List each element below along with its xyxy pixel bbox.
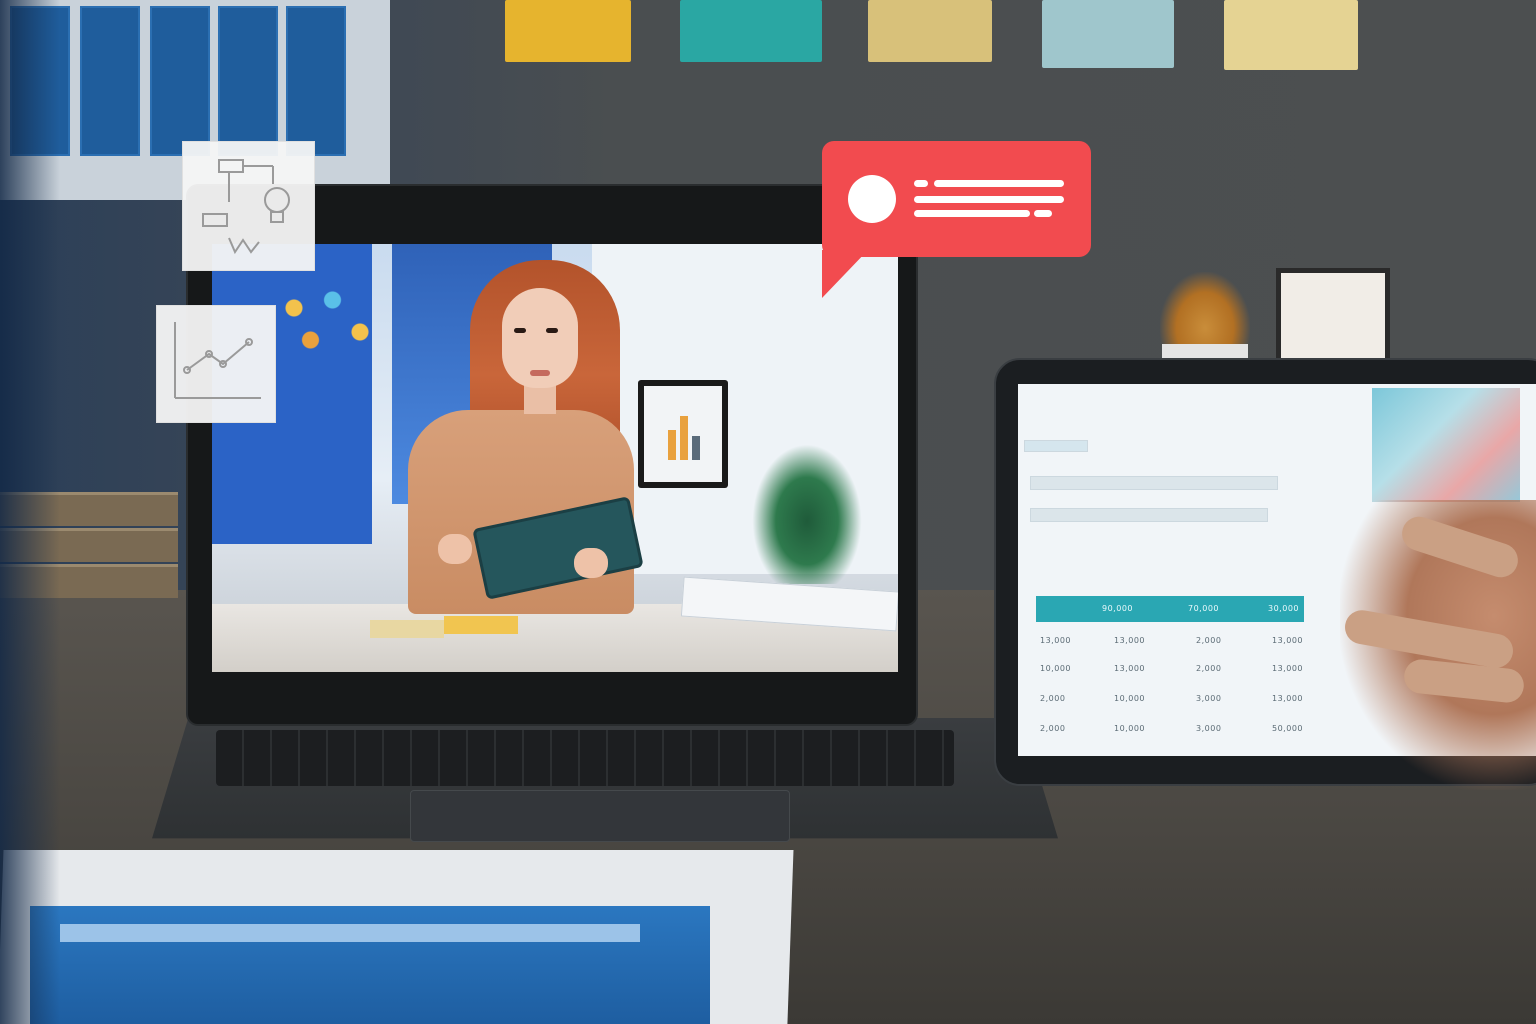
notification-line (914, 196, 1064, 203)
tablet-progress-bar (1024, 440, 1088, 452)
tablet-table-header (1036, 596, 1304, 622)
video-call-screen (212, 244, 898, 672)
wall-sticky-note (680, 0, 822, 62)
wall-sticky-note (1042, 0, 1174, 68)
wall-picture-frame (1276, 268, 1390, 364)
notification-line (914, 180, 928, 187)
office-sticky-board (272, 284, 382, 364)
wall-sticky-note (868, 0, 992, 62)
office-note (370, 620, 444, 638)
table-cell: 2,000 (1196, 664, 1222, 673)
table-cell: 13,000 (1040, 636, 1071, 645)
table-cell: 50,000 (1272, 724, 1303, 733)
table-cell: 10,000 (1114, 694, 1145, 703)
table-header-cell: 30,000 (1268, 604, 1299, 613)
monitor-bar (692, 436, 700, 460)
table-header-cell: 90,000 (1102, 604, 1133, 613)
wall-blue-panel (80, 6, 140, 156)
table-cell: 13,000 (1272, 664, 1303, 673)
line-chart-card (156, 305, 276, 423)
participant-eye (514, 328, 526, 333)
tablet-input-field[interactable] (1030, 476, 1278, 490)
participant-hand (574, 548, 608, 578)
table-cell: 2,000 (1040, 694, 1066, 703)
table-cell: 13,000 (1272, 636, 1303, 645)
line-chart-icon (174, 322, 261, 399)
tablet-image-thumbnail (1372, 388, 1520, 502)
table-header-cell: 70,000 (1188, 604, 1219, 613)
wall-blue-panel (218, 6, 278, 156)
table-cell: 13,000 (1114, 636, 1145, 645)
monitor-bar (668, 430, 676, 460)
office-plant (752, 444, 862, 584)
participant-hand (438, 534, 472, 564)
table-cell: 2,000 (1196, 636, 1222, 645)
notification-avatar (848, 175, 896, 223)
participant-mouth (530, 370, 550, 376)
idea-diagram-card (182, 141, 315, 271)
chat-bubble-icon (822, 250, 868, 298)
potted-plant (1160, 272, 1250, 352)
left-foreground-blur (0, 0, 60, 1024)
table-cell: 3,000 (1196, 694, 1222, 703)
table-cell: 2,000 (1040, 724, 1066, 733)
office-note (444, 616, 518, 634)
table-cell: 10,000 (1040, 664, 1071, 673)
wall-blue-panel (150, 6, 210, 156)
office-monitor-display (644, 386, 722, 482)
notification-line (1034, 210, 1052, 217)
laptop-keyboard (216, 730, 954, 786)
tablet-input-field[interactable] (1030, 508, 1268, 522)
table-cell: 13,000 (1272, 694, 1303, 703)
monitor-bar (680, 416, 688, 460)
wall-blue-panel (286, 6, 346, 156)
wall-sticky-note (505, 0, 631, 62)
notification-line (934, 180, 1064, 187)
office-monitor (638, 380, 728, 488)
participant-neck (524, 384, 556, 414)
table-cell: 10,000 (1114, 724, 1145, 733)
document-header-strip (60, 924, 640, 942)
notification-line (914, 210, 1030, 217)
scene: 90,000 70,000 30,000 13,000 13,000 2,000… (0, 0, 1536, 1024)
laptop-trackpad (410, 790, 790, 842)
table-cell: 13,000 (1114, 664, 1145, 673)
wall-sticky-note (1224, 0, 1358, 70)
table-cell: 3,000 (1196, 724, 1222, 733)
participant-eye (546, 328, 558, 333)
idea-diagram-icon (202, 159, 290, 255)
